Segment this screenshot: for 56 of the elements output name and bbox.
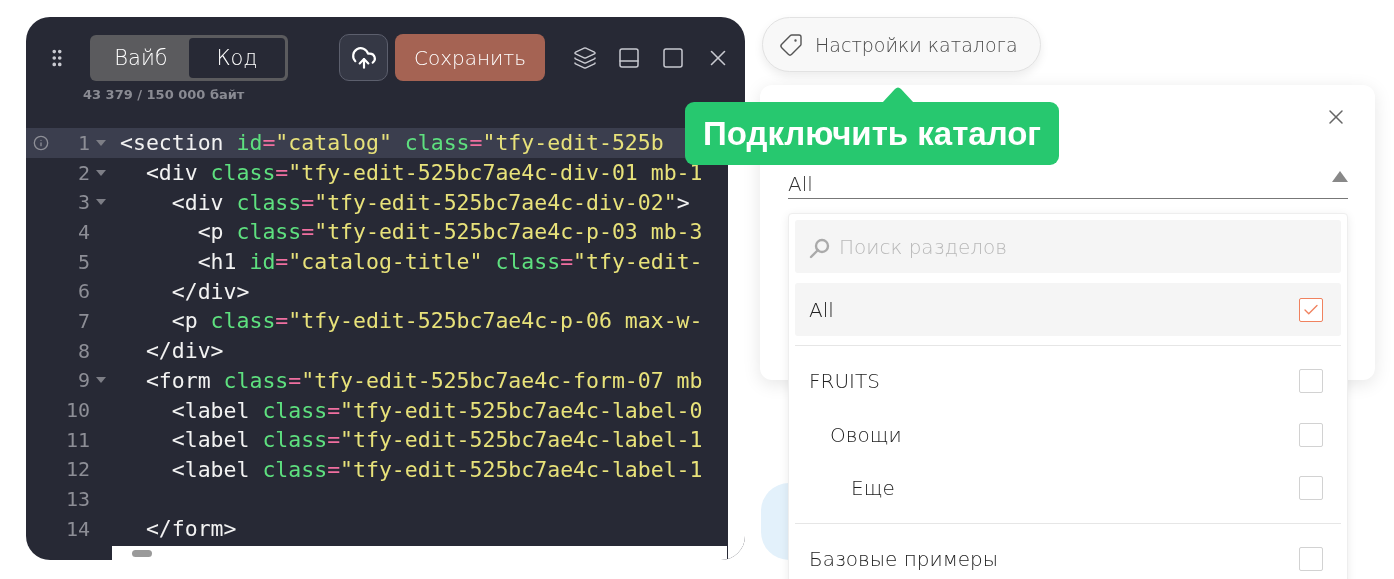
fold-caret-icon[interactable]: [96, 199, 106, 206]
checkbox[interactable]: [1299, 422, 1323, 447]
code-line: </div>: [144, 338, 224, 364]
code-line: <p class="tfy-edit-525bc7ae4c-p-03 mb-3: [196, 219, 703, 245]
byte-count: 43 379 / 150 000 байт: [82, 86, 246, 104]
fold-caret-icon[interactable]: [96, 377, 106, 384]
line-number: 8: [76, 338, 90, 363]
dropdown-option[interactable]: Базовые примеры: [795, 533, 1341, 579]
line-number: 4: [76, 219, 90, 244]
save-button[interactable]: Сохранить: [395, 34, 545, 81]
search-icon: [809, 237, 831, 259]
mode-tab[interactable]: Код: [189, 37, 285, 78]
layers-icon[interactable]: [573, 45, 597, 70]
panel-bottom-icon[interactable]: [617, 45, 641, 70]
code-line: <p class="tfy-edit-525bc7ae4c-p-06 max-w-: [170, 308, 703, 334]
line-number: 13: [64, 487, 90, 512]
code-line: <h1 id="catalog-title" class="tfy-edit-: [196, 249, 703, 275]
dropdown-option[interactable]: All: [795, 283, 1341, 337]
cloud-upload-icon: [350, 44, 377, 71]
upload-button[interactable]: [339, 34, 388, 81]
catalog-settings-button[interactable]: Настройки каталога: [762, 17, 1041, 72]
code-line: <form class="tfy-edit-525bc7ae4c-form-07 mb: [144, 367, 703, 393]
line-number: 5: [76, 249, 90, 274]
tag-icon: [779, 32, 803, 57]
line-number: 9: [76, 368, 90, 393]
code-line: </div>: [170, 278, 250, 304]
code-line: <section id="catalog" class="tfy-edit-525b: [120, 130, 664, 156]
info-icon: [33, 134, 49, 151]
fold-caret-icon[interactable]: [96, 139, 106, 146]
code-line: <div class="tfy-edit-525bc7ae4c-div-02">: [170, 189, 690, 215]
checkbox[interactable]: [1299, 475, 1323, 500]
line-number: 3: [76, 190, 90, 215]
line-number: 10: [64, 398, 90, 423]
dropdown-option[interactable]: Еще: [795, 461, 1341, 515]
mode-tab[interactable]: Вайб: [93, 37, 189, 78]
line-number: 2: [76, 160, 90, 185]
checkbox[interactable]: [1299, 369, 1323, 394]
code-line: <label class="tfy-edit-525bc7ae4c-label-1: [170, 456, 703, 482]
code-line: <label class="tfy-edit-525bc7ae4c-label-1: [170, 427, 703, 453]
line-number: 14: [64, 516, 90, 541]
horizontal-scrollbar[interactable]: [112, 546, 727, 560]
line-number: 7: [76, 308, 90, 333]
dropdown-option[interactable]: Овощи: [795, 408, 1341, 461]
scroll-thumb[interactable]: [132, 549, 152, 557]
maximize-icon[interactable]: [661, 45, 685, 70]
line-number: 11: [64, 427, 90, 452]
line-number: 6: [76, 279, 90, 304]
line-number: 12: [64, 457, 90, 482]
fold-caret-icon[interactable]: [96, 169, 106, 176]
search-field[interactable]: Поиск разделов: [795, 220, 1341, 273]
checkbox[interactable]: [1299, 547, 1323, 572]
code-line: <label class="tfy-edit-525bc7ae4c-label-0: [170, 397, 703, 423]
dropdown-option[interactable]: FRUITS: [795, 355, 1341, 408]
checkbox[interactable]: [1299, 297, 1323, 322]
code-line: </form>: [144, 516, 237, 542]
line-number: 1: [76, 130, 90, 155]
